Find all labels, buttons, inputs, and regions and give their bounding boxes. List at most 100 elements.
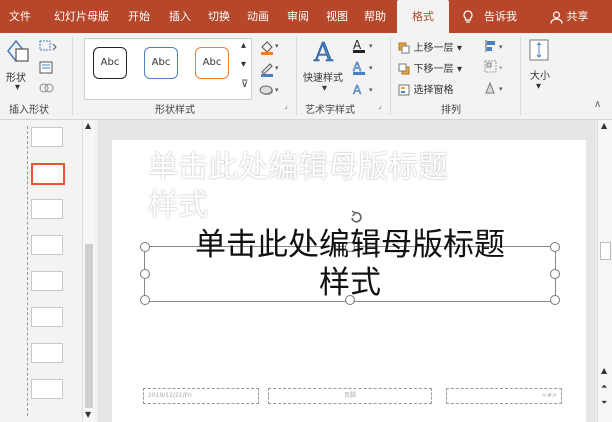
resize-handle[interactable] bbox=[550, 269, 560, 279]
edit-shape-icon[interactable] bbox=[38, 39, 58, 56]
resize-handle[interactable] bbox=[345, 242, 355, 252]
slide-number-placeholder[interactable]: <#> bbox=[446, 388, 562, 404]
resize-handle[interactable] bbox=[140, 242, 150, 252]
shape-style-blue[interactable]: Abc bbox=[144, 47, 178, 79]
dropdown-icon: ▾ bbox=[457, 43, 463, 54]
tab-view[interactable]: 视图 bbox=[326, 0, 348, 33]
scroll-up-icon[interactable]: ▲ bbox=[85, 121, 91, 130]
tab-slide-master[interactable]: 幻灯片母版 bbox=[54, 0, 109, 33]
send-backward-button[interactable]: 下移一层 ▾ bbox=[398, 60, 462, 75]
size-button[interactable]: 大小 bbox=[530, 67, 550, 82]
tab-transitions[interactable]: 切换 bbox=[208, 0, 230, 33]
title-text[interactable]: 单击此处编辑母版标题 样式 bbox=[145, 226, 555, 302]
next-slide-icon[interactable]: ⏷ bbox=[601, 398, 607, 408]
text-box-icon[interactable] bbox=[38, 61, 58, 78]
text-effects-icon[interactable]: A ▾ bbox=[352, 82, 376, 101]
svg-text:▾: ▾ bbox=[499, 85, 503, 93]
shapes-dropdown-icon[interactable]: ▾ bbox=[15, 82, 20, 93]
bring-forward-label: 上移一层 bbox=[413, 43, 454, 54]
ribbon: 形状 ▾ 插入形状 Abc Abc Abc ▴ ▾ ⊽ ▾ ▾ ▾ 形状样式 ⌟… bbox=[0, 33, 612, 120]
quick-styles-button[interactable]: 快速样式 bbox=[303, 69, 343, 84]
tab-format[interactable]: 格式 bbox=[397, 0, 449, 33]
tab-insert[interactable]: 插入 bbox=[169, 0, 191, 33]
footer-placeholder[interactable]: 页脚 bbox=[268, 388, 432, 404]
person-icon bbox=[550, 10, 563, 24]
shapes-gallery-icon[interactable] bbox=[4, 37, 32, 65]
svg-text:▾: ▾ bbox=[275, 64, 279, 72]
resize-handle[interactable] bbox=[140, 269, 150, 279]
group-objects-icon[interactable]: ▾ bbox=[484, 60, 506, 77]
thumbnail-scrollbar[interactable]: ▲ ▼ bbox=[82, 120, 95, 422]
svg-text:A: A bbox=[313, 38, 334, 67]
resize-handle[interactable] bbox=[345, 295, 355, 305]
dialog-launcher-icon[interactable]: ⌟ bbox=[378, 101, 382, 110]
slide-thumbnail-selected[interactable] bbox=[31, 163, 65, 185]
ghost-title-line2: 样式 bbox=[148, 188, 208, 223]
shape-style-orange[interactable]: Abc bbox=[195, 47, 229, 79]
slide-thumbnail[interactable] bbox=[31, 307, 63, 327]
scroll-thumb[interactable] bbox=[85, 244, 93, 408]
tab-home[interactable]: 开始 bbox=[128, 0, 150, 33]
slide-thumbnail[interactable] bbox=[31, 127, 63, 147]
previous-slide-icon[interactable]: ⏶ bbox=[601, 382, 607, 392]
shape-style-black[interactable]: Abc bbox=[93, 47, 127, 79]
size-icon[interactable] bbox=[527, 37, 551, 66]
slide-thumbnail[interactable] bbox=[31, 199, 63, 219]
scroll-up-icon[interactable]: ▲ bbox=[601, 121, 607, 130]
shape-effects-icon[interactable]: ▾ bbox=[258, 82, 280, 101]
share-button[interactable]: 共享 bbox=[550, 0, 589, 33]
slide-scrollbar[interactable]: ▲ ▲ ⏶ ⏷ bbox=[597, 120, 612, 422]
selection-pane-label: 选择窗格 bbox=[413, 85, 454, 96]
ghost-title-line1: 单击此处编辑母版标题 bbox=[148, 150, 448, 185]
svg-text:▾: ▾ bbox=[499, 64, 503, 72]
tab-help[interactable]: 帮助 bbox=[364, 0, 386, 33]
merge-shapes-icon[interactable] bbox=[38, 81, 58, 98]
resize-handle[interactable] bbox=[140, 295, 150, 305]
ribbon-separator bbox=[390, 37, 391, 115]
tab-file[interactable]: 文件 bbox=[9, 0, 31, 33]
shape-fill-icon[interactable]: ▾ bbox=[258, 39, 280, 58]
svg-text:▾: ▾ bbox=[275, 42, 279, 50]
dialog-launcher-icon[interactable]: ⌟ bbox=[284, 101, 288, 110]
tell-me-search[interactable]: 告诉我 bbox=[484, 0, 517, 33]
scroll-down-icon[interactable]: ▼ bbox=[85, 410, 91, 419]
size-dropdown-icon[interactable]: ▾ bbox=[536, 81, 541, 92]
collapse-ribbon-icon[interactable]: ∧ bbox=[594, 99, 601, 110]
svg-text:A: A bbox=[353, 60, 362, 74]
scroll-thumb[interactable] bbox=[600, 242, 611, 260]
wordart-a-icon[interactable]: A bbox=[312, 37, 340, 70]
slide-thumbnail[interactable] bbox=[31, 343, 63, 363]
text-outline-icon[interactable]: A ▾ bbox=[352, 60, 376, 79]
bring-forward-icon bbox=[398, 42, 410, 54]
date-placeholder[interactable]: 2019/12/21/Fri bbox=[143, 388, 259, 404]
slide-thumbnail[interactable] bbox=[31, 235, 63, 255]
ribbon-separator bbox=[72, 37, 73, 115]
text-fill-icon[interactable]: A ▾ bbox=[352, 38, 376, 57]
align-icon[interactable]: ▾ bbox=[484, 39, 506, 56]
scroll-up-icon[interactable]: ▲ bbox=[601, 366, 607, 375]
rotate-handle-icon[interactable] bbox=[349, 210, 363, 227]
lightbulb-icon bbox=[462, 0, 474, 33]
gallery-more-icon[interactable]: ⊽ bbox=[241, 79, 248, 90]
group-label-insert-shapes: 插入形状 bbox=[9, 105, 49, 116]
tab-animations[interactable]: 动画 bbox=[247, 0, 269, 33]
selection-pane-button[interactable]: 选择窗格 bbox=[398, 81, 454, 96]
gallery-scroll-down-icon[interactable]: ▾ bbox=[241, 59, 246, 70]
svg-text:A: A bbox=[353, 83, 362, 97]
svg-text:A: A bbox=[353, 38, 362, 52]
tab-review[interactable]: 审阅 bbox=[287, 0, 309, 33]
gallery-scroll-up-icon[interactable]: ▴ bbox=[241, 40, 246, 51]
shape-outline-icon[interactable]: ▾ bbox=[258, 61, 280, 80]
send-backward-label: 下移一层 bbox=[413, 64, 454, 75]
selection-pane-icon bbox=[398, 84, 410, 96]
bring-forward-button[interactable]: 上移一层 ▾ bbox=[398, 39, 462, 54]
rotate-icon[interactable]: ▾ bbox=[484, 81, 506, 98]
svg-text:▾: ▾ bbox=[369, 42, 373, 50]
slide-thumbnail[interactable] bbox=[31, 379, 63, 399]
resize-handle[interactable] bbox=[550, 242, 560, 252]
group-label-arrange: 排列 bbox=[441, 105, 461, 116]
resize-handle[interactable] bbox=[550, 295, 560, 305]
slide-thumbnail-pane: ▲ ▼ bbox=[0, 120, 95, 422]
slide-thumbnail[interactable] bbox=[31, 271, 63, 291]
quick-styles-dropdown-icon[interactable]: ▾ bbox=[322, 83, 327, 94]
